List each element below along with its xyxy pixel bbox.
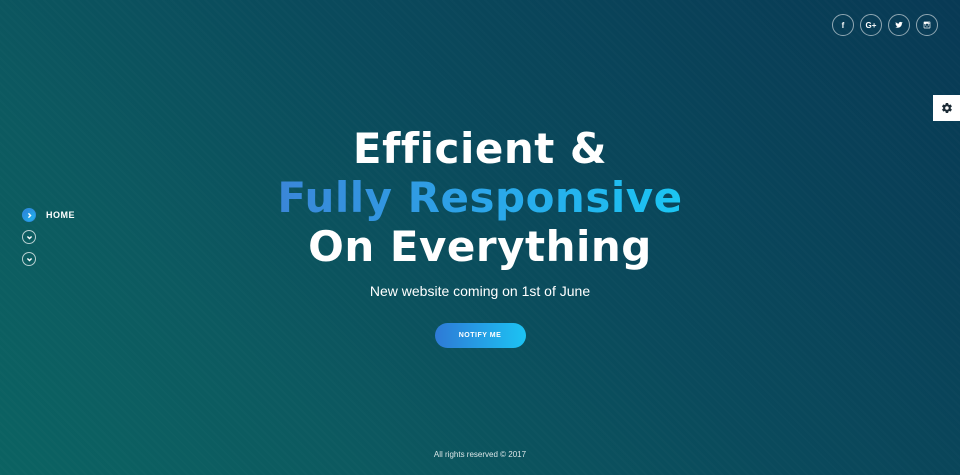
hero-section: Efficient & Fully Responsive On Everythi… bbox=[0, 124, 960, 348]
hero-heading-line-3: On Everything bbox=[308, 222, 652, 271]
copyright-footer: All rights reserved © 2017 bbox=[433, 450, 527, 459]
twitter-icon[interactable] bbox=[888, 14, 910, 36]
notify-me-button[interactable]: NOTIFY ME bbox=[434, 323, 526, 348]
settings-button[interactable] bbox=[933, 95, 960, 121]
hero-subtitle: New website coming on 1st of June bbox=[369, 283, 591, 299]
instagram-camera-icon bbox=[923, 21, 931, 29]
google-plus-glyph: G+ bbox=[865, 20, 877, 30]
instagram-icon[interactable] bbox=[916, 14, 938, 36]
facebook-glyph: f bbox=[841, 20, 845, 30]
social-links: f G+ bbox=[832, 14, 938, 36]
hero-heading-line-2: Fully Responsive bbox=[277, 173, 683, 222]
twitter-bird-icon bbox=[895, 21, 903, 28]
facebook-icon[interactable]: f bbox=[832, 14, 854, 36]
hero-heading-line-1: Efficient & bbox=[352, 124, 608, 173]
google-plus-icon[interactable]: G+ bbox=[860, 14, 882, 36]
gear-icon bbox=[941, 102, 952, 114]
